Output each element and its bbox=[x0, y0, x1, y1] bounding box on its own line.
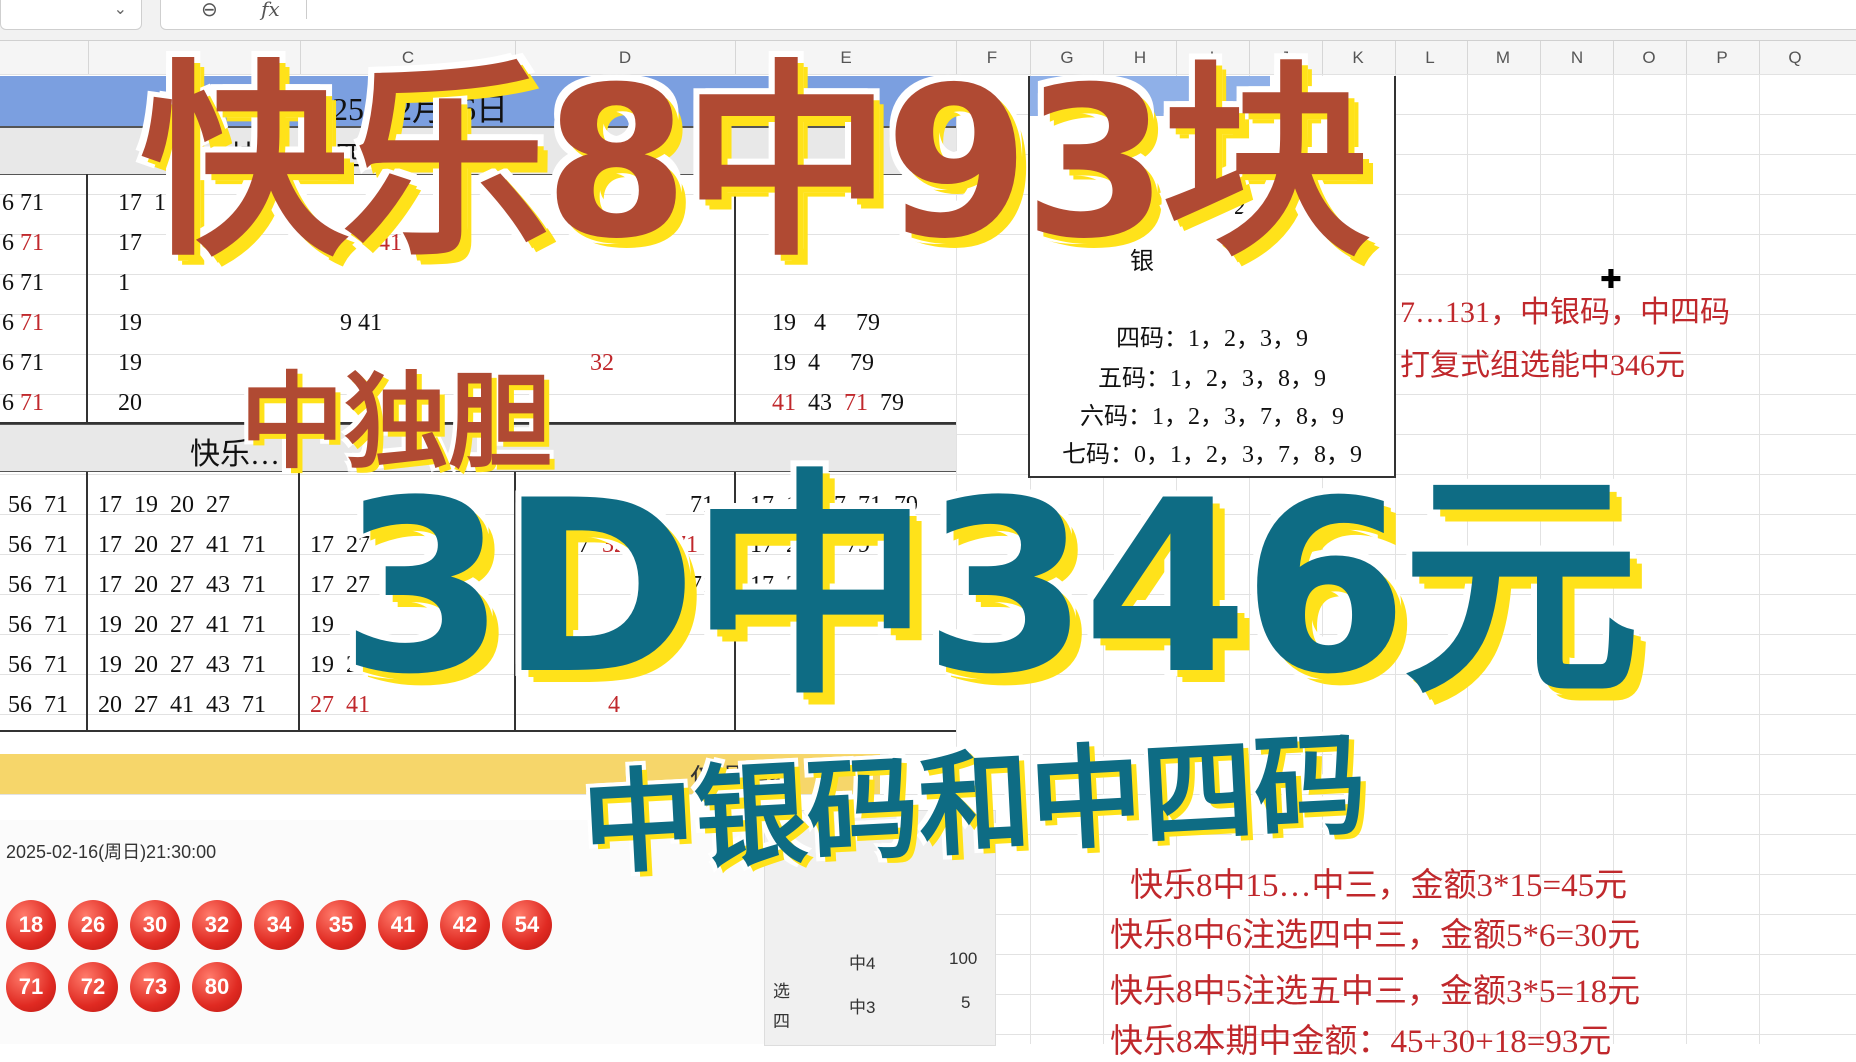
table-cell: 56 71 bbox=[8, 492, 68, 518]
table-cell: 20 bbox=[118, 390, 142, 416]
table-cell: 6 71 bbox=[2, 390, 44, 416]
prize-amount: 100 bbox=[949, 949, 978, 968]
table-cell: 6 71 bbox=[2, 230, 44, 256]
table-cell: 17 19 20 27 bbox=[98, 492, 230, 518]
right-note-2[interactable]: 打复式组选能中346元 bbox=[1400, 340, 1685, 384]
table-cell: 56 71 bbox=[8, 692, 68, 718]
col-o[interactable]: O bbox=[1642, 48, 1655, 68]
formula-bar[interactable]: ⊖ fx bbox=[160, 0, 1856, 30]
table-cell: 56 71 bbox=[8, 612, 68, 638]
lottery-ball: 42 bbox=[440, 900, 490, 950]
table-cell: 19 20 27 41 71 bbox=[98, 612, 266, 638]
table-cell: 17 20 27 41 71 bbox=[98, 532, 266, 558]
table-cell: 56 71 bbox=[8, 532, 68, 558]
lottery-ball: 41 bbox=[378, 900, 428, 950]
zoom-icon[interactable]: ⊖ bbox=[201, 0, 218, 21]
table-cell: 56 71 bbox=[8, 572, 68, 598]
fx-icon[interactable]: fx bbox=[261, 0, 280, 21]
result-line[interactable]: 快乐8中6注选四中三，金额5*6=30元 bbox=[1110, 908, 1640, 956]
right-line: 四码：1，2，3，9 bbox=[1116, 326, 1308, 352]
lottery-ball: 26 bbox=[68, 900, 118, 950]
table-cell: 32 bbox=[590, 350, 614, 376]
table-cell: 19 4 79 bbox=[772, 350, 874, 376]
table-cell: 6 71 bbox=[2, 190, 44, 216]
col-n[interactable]: N bbox=[1571, 48, 1583, 68]
table-cell: 19 bbox=[118, 350, 142, 376]
lottery-ball: 18 bbox=[6, 900, 56, 950]
result-line[interactable]: 快乐8本期中金额：45+30+18=93元 bbox=[1110, 1014, 1611, 1062]
lottery-ball: 71 bbox=[6, 962, 56, 1012]
table-cell: 17 20 27 43 71 bbox=[98, 572, 266, 598]
lottery-ball: 54 bbox=[502, 900, 552, 950]
table-cell: 19 bbox=[118, 310, 142, 336]
prize-hit-label: 中3 bbox=[849, 998, 876, 1017]
col-p[interactable]: P bbox=[1716, 48, 1727, 68]
lottery-ball: 32 bbox=[192, 900, 242, 950]
result-line[interactable]: 快乐8中15…中三，金额3*15=45元 bbox=[1130, 858, 1627, 906]
table-cell: 6 71 bbox=[2, 310, 44, 336]
overlay-title-3d: 3D中346元 bbox=[340, 450, 1640, 727]
chevron-down-icon[interactable]: ⌄ bbox=[114, 0, 127, 18]
name-box[interactable]: ⌄ bbox=[0, 0, 142, 30]
table-cell: 1 bbox=[118, 270, 130, 296]
right-line: 五码：1，2，3，8，9 bbox=[1098, 366, 1326, 392]
lottery-ball: 35 bbox=[316, 900, 366, 950]
divider bbox=[306, 0, 307, 19]
table-cell: 56 71 bbox=[8, 652, 68, 678]
table-cell: 9 41 bbox=[340, 310, 382, 336]
lottery-ball: 73 bbox=[130, 962, 180, 1012]
prize-hit-label: 中4 bbox=[849, 954, 876, 973]
table-cell: 41 43 71 79 bbox=[772, 390, 904, 416]
formula-toolbar: ⌄ ⊖ fx bbox=[0, 0, 1856, 41]
col-q[interactable]: Q bbox=[1788, 48, 1801, 68]
col-m[interactable]: M bbox=[1496, 48, 1510, 68]
draw-time: 2025-02-16(周日)21:30:00 bbox=[6, 842, 217, 862]
col-l[interactable]: L bbox=[1425, 48, 1434, 68]
prize-amount: 5 bbox=[961, 993, 971, 1012]
lottery-ball: 72 bbox=[68, 962, 118, 1012]
prize-side-label: 选四 bbox=[773, 982, 790, 1031]
lottery-ball: 34 bbox=[254, 900, 304, 950]
table-cell: 19 20 27 43 71 bbox=[98, 652, 266, 678]
table-cell: 6 71 bbox=[2, 350, 44, 376]
table-cell: 19 bbox=[310, 612, 334, 638]
table-cell: 6 71 bbox=[2, 270, 44, 296]
lottery-ball: 30 bbox=[130, 900, 180, 950]
lottery-ball: 80 bbox=[192, 962, 242, 1012]
table-cell: 19 4 79 bbox=[772, 310, 880, 336]
result-line[interactable]: 快乐8中5注选五中三，金额3*5=18元 bbox=[1110, 964, 1640, 1012]
overlay-title-keno: 快乐8中93块 bbox=[140, 43, 1370, 285]
right-line: 六码：1，2，3，7，8，9 bbox=[1080, 404, 1344, 430]
cell-cursor-icon: ✚ bbox=[1600, 265, 1622, 295]
table-cell: 17 bbox=[118, 230, 142, 256]
table-cell: 20 27 41 43 71 bbox=[98, 692, 266, 718]
right-note-1[interactable]: 7…131，中银码，中四码 bbox=[1400, 287, 1730, 331]
